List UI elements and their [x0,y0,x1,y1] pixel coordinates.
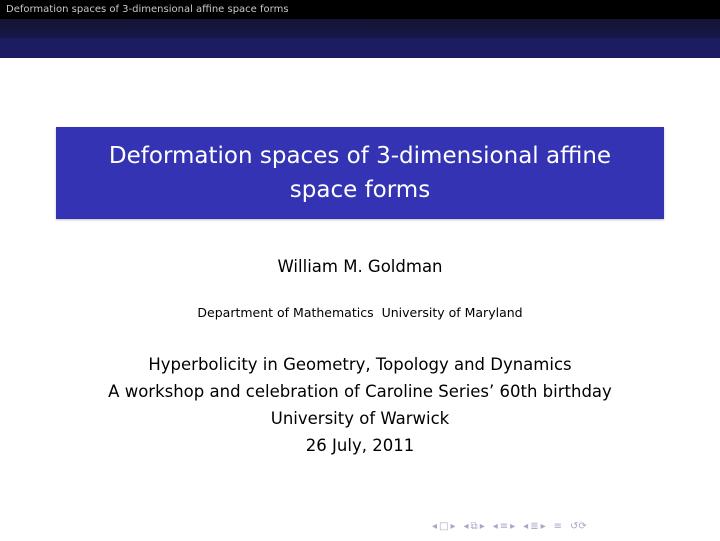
align-icon[interactable]: ≡ [554,520,562,534]
arrow-right-icon[interactable]: ▸ [450,520,455,534]
slide-title-line2: space forms [289,177,431,203]
header-band-lower [0,38,720,58]
frame-nav-group[interactable]: ◂ ⧉ ▸ [464,520,485,534]
frame-nav-icon[interactable]: ⧉ [471,520,478,534]
arrow-left-icon[interactable]: ◂ [464,520,469,534]
section-nav-icon[interactable]: ≣ [530,520,538,534]
title-box: Deformation spaces of 3-dimensional affi… [56,127,664,219]
subsection-nav-icon[interactable]: ≡ [500,520,508,534]
headline-short-title: Deformation spaces of 3-dimensional affi… [6,4,289,15]
arrow-left-icon[interactable]: ◂ [523,520,528,534]
institute-department: Department of Mathematics [197,305,374,320]
event-subtitle: A workshop and celebration of Caroline S… [108,382,612,401]
section-nav-group[interactable]: ◂ ≣ ▸ [523,520,545,534]
search-icon[interactable]: ↺⟳ [570,520,587,534]
event-name: Hyperbolicity in Geometry, Topology and … [148,355,572,374]
event-venue: University of Warwick [270,409,450,428]
arrow-right-icon[interactable]: ▸ [510,520,515,534]
slide-title-line1: Deformation spaces of 3-dimensional affi… [108,143,612,169]
arrow-right-icon[interactable]: ▸ [480,520,485,534]
header-band-upper [0,19,720,38]
author-name: William M. Goldman [277,257,443,276]
arrow-left-icon[interactable]: ◂ [493,520,498,534]
event-date: 26 July, 2011 [305,436,415,455]
arrow-right-icon[interactable]: ▸ [541,520,546,534]
slide-nav-group[interactable]: ◂ □ ▸ [432,520,456,534]
subsection-nav-group[interactable]: ◂ ≡ ▸ [493,520,515,534]
headline-bar: Deformation spaces of 3-dimensional affi… [0,0,720,19]
slide-nav-icon[interactable]: □ [439,520,448,534]
beamer-navigation-bar: ◂ □ ▸ ◂ ⧉ ▸ ◂ ≡ ▸ ◂ ≣ ▸ ≡ ↺⟳ [432,520,587,534]
institute: Department of Mathematics University of … [0,304,720,322]
event-block: Hyperbolicity in Geometry, Topology and … [0,351,720,459]
slide-title: Deformation spaces of 3-dimensional affi… [56,139,664,207]
institute-university: University of Maryland [381,305,523,320]
arrow-left-icon[interactable]: ◂ [432,520,437,534]
